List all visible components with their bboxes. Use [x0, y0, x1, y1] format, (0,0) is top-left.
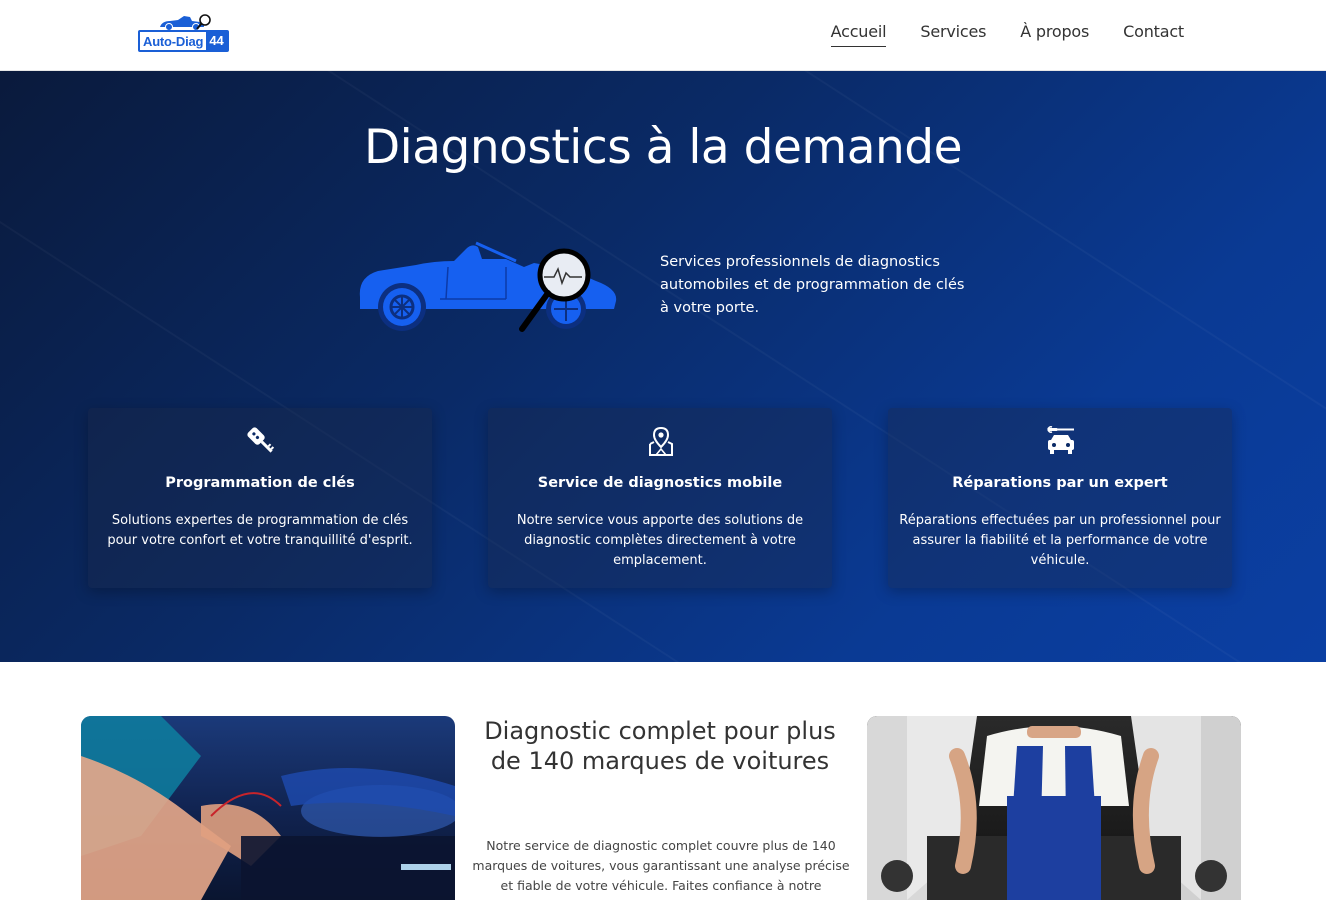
nav-accueil[interactable]: Accueil: [830, 22, 887, 47]
service-card-mobile-diagnostics: Service de diagnostics mobile Notre serv…: [488, 408, 832, 588]
mechanic-photo-illustration: [867, 716, 1241, 900]
nav-services[interactable]: Services: [920, 22, 986, 47]
mechanic-under-hood-photo: [867, 716, 1241, 900]
section-text: Notre service de diagnostic complet couv…: [472, 838, 850, 893]
service-card-expert-repairs: Réparations par un expert Réparations ef…: [888, 408, 1232, 588]
site-logo[interactable]: Auto-Diag 44: [138, 13, 234, 55]
hero-section: Diagnostics à la demande Services profes…: [0, 71, 1326, 662]
map-location-icon: [649, 426, 673, 456]
card-text: Réparations effectuées par un profession…: [899, 513, 1221, 568]
logo-wordmark: Auto-Diag 44: [138, 30, 229, 52]
logo-text: Auto-Diag: [143, 33, 204, 49]
brands-section: Diagnostic complet pour plus de 140 marq…: [0, 662, 1326, 900]
logo-number: 44: [206, 32, 227, 50]
site-header: Auto-Diag 44 Accueil Services À propos C…: [0, 0, 1326, 71]
car-magnifier-icon: [359, 241, 617, 332]
mechanic-testing-engine-photo: [81, 716, 455, 900]
service-card-key-programming: Programmation de clés Solutions expertes…: [88, 408, 432, 588]
engine-photo-illustration: [81, 716, 455, 900]
card-title: Réparations par un expert: [952, 475, 1168, 491]
hero-description: Services professionnels de diagnostics a…: [660, 254, 965, 316]
nav-a-propos[interactable]: À propos: [1020, 22, 1089, 47]
nav-contact[interactable]: Contact: [1123, 22, 1184, 47]
card-text: Solutions expertes de programmation de c…: [107, 513, 413, 548]
car-key-icon: [247, 427, 275, 453]
main-nav: Accueil Services À propos Contact: [830, 22, 1184, 47]
hero-title: Diagnostics à la demande: [363, 120, 963, 175]
card-text: Notre service vous apporte des solutions…: [516, 513, 804, 568]
car-repair-icon: [1047, 426, 1074, 454]
service-cards: Programmation de clés Solutions expertes…: [88, 408, 1238, 588]
card-title: Programmation de clés: [165, 475, 355, 491]
card-title: Service de diagnostics mobile: [537, 475, 783, 491]
section-title: Diagnostic complet pour plus de 140 marq…: [484, 717, 836, 775]
